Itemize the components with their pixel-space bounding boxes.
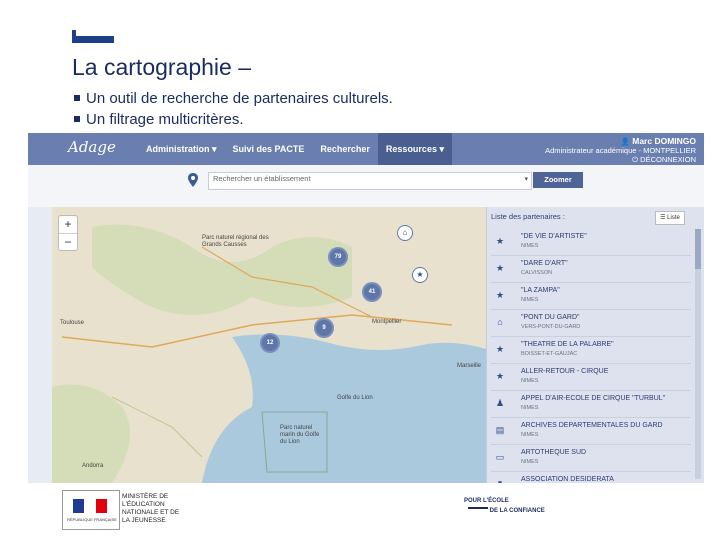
ministry-name: MINISTÈRE DE L'ÉDUCATION NATIONALE ET DE… bbox=[122, 493, 180, 524]
map-label: Andorra bbox=[82, 463, 104, 469]
map-view[interactable]: + − Toulouse Andorra Golfe du Lion Parc … bbox=[52, 207, 486, 483]
nav-suivi-pacte[interactable]: Suivi des PACTE bbox=[225, 133, 313, 165]
map-zoom-control: + − bbox=[58, 215, 78, 251]
partner-item[interactable]: ★ ALLER-RETOUR - CIRQUE NIMES bbox=[491, 364, 691, 391]
museum-marker-icon[interactable]: ⌂ bbox=[397, 225, 413, 241]
star-marker-icon[interactable]: ★ bbox=[412, 267, 428, 283]
nav-ressources[interactable]: Ressources ▾ bbox=[377, 133, 452, 165]
logo-bar bbox=[468, 507, 488, 509]
partner-list-scrollbar[interactable] bbox=[695, 229, 701, 479]
partner-item[interactable]: ★ "LA ZAMPA" NIMES bbox=[491, 283, 691, 310]
nav-rechercher[interactable]: Rechercher bbox=[312, 133, 378, 165]
partner-item[interactable]: ⌂ "PONT DU GARD" VERS-PONT-DU-GARD bbox=[491, 310, 691, 337]
monitor-icon: ▭ bbox=[495, 452, 505, 462]
star-icon: ★ bbox=[495, 371, 505, 381]
user-icon: 👤 bbox=[620, 137, 633, 146]
main-nav: Administration ▾ Suivi des PACTE Recherc… bbox=[138, 133, 452, 165]
star-icon: ★ bbox=[495, 236, 505, 246]
museum-icon: ⌂ bbox=[497, 317, 503, 327]
establishment-search-input[interactable]: Rechercher un établissement ▾ bbox=[208, 172, 532, 190]
star-icon: ★ bbox=[495, 344, 505, 354]
partner-item[interactable]: ★ "THEATRE DE LA PALABRE" BOISSET-ET-GAUJA… bbox=[491, 337, 691, 364]
title-accent-bar bbox=[72, 30, 114, 43]
map-cluster[interactable]: 79 bbox=[328, 247, 348, 267]
power-icon: ⏻ bbox=[632, 155, 641, 164]
top-navbar: Adage Administration ▾ Suivi des PACTE R… bbox=[28, 133, 704, 165]
republique-francaise-logo: RÉPUBLIQUE FRANÇAISE bbox=[62, 490, 120, 530]
archive-icon: ▤ bbox=[495, 425, 505, 435]
map-label: Toulouse bbox=[60, 320, 85, 326]
logout-link[interactable]: ⏻ DÉCONNEXION bbox=[545, 155, 696, 164]
french-flag-icon bbox=[73, 499, 107, 513]
map-cluster[interactable]: 12 bbox=[260, 333, 280, 353]
nav-administration[interactable]: Administration ▾ bbox=[138, 133, 225, 165]
partner-item[interactable]: ▤ ARCHIVES DEPARTEMENTALES DU GARD NIMES bbox=[491, 418, 691, 445]
partner-panel: Liste des partenaires : ☰ Liste ★ "DE VIE… bbox=[486, 207, 704, 483]
map-label: Golfe du Lion bbox=[337, 395, 373, 401]
ecole-confiance-logo: POUR L'ÉCOLE DE LA CONFIANCE bbox=[464, 498, 545, 514]
map-label: Marseille bbox=[457, 363, 482, 369]
partner-item[interactable]: ♟ APPEL D'AIR-ECOLE DE CIRQUE "TURBUL" NIM… bbox=[491, 391, 691, 418]
map-label: Parc naturel marin du Golfe du Lion bbox=[280, 425, 320, 445]
person-icon: ♟ bbox=[495, 398, 505, 408]
user-name[interactable]: Marc DOMINGO bbox=[632, 136, 696, 146]
search-row: Rechercher un établissement ▾ Zoomer bbox=[28, 165, 704, 207]
partner-panel-title: Liste des partenaires : bbox=[491, 212, 565, 221]
app-screenshot: Adage Administration ▾ Suivi des PACTE R… bbox=[28, 133, 704, 483]
slide-title: La cartographie – bbox=[72, 54, 252, 80]
map-cluster[interactable]: 41 bbox=[362, 282, 382, 302]
bullet-square-icon bbox=[74, 95, 80, 101]
zoom-in-button[interactable]: + bbox=[59, 216, 77, 234]
left-sidebar-strip bbox=[28, 165, 52, 483]
partner-list: ★ "DE VIE D'ARTISTE" NIMES ★ "DARE D'ART" CA… bbox=[491, 229, 691, 483]
star-icon: ★ bbox=[495, 290, 505, 300]
adage-logo[interactable]: Adage bbox=[68, 138, 116, 156]
partner-item[interactable]: ★ "DE VIE D'ARTISTE" NIMES bbox=[491, 229, 691, 256]
zoom-out-button[interactable]: − bbox=[59, 234, 77, 251]
scrollbar-thumb[interactable] bbox=[695, 229, 701, 269]
map-label: Parc naturel régional des Grands Causses bbox=[202, 235, 269, 248]
partner-item[interactable]: ▮ASSOCIATION DESIDERATA bbox=[491, 472, 691, 483]
user-role: Administrateur académique - MONTPELLIER bbox=[545, 146, 696, 155]
zoom-button[interactable]: Zoomer bbox=[533, 172, 583, 188]
bullet-square-icon bbox=[74, 116, 80, 122]
bullet-item: Un outil de recherche de partenaires cul… bbox=[74, 88, 393, 109]
map-pin-icon bbox=[188, 173, 198, 187]
map-label: Montpellier bbox=[372, 319, 402, 325]
bullet-item: Un filtrage multicritères. bbox=[74, 109, 393, 130]
list-view-button[interactable]: ☰ Liste bbox=[655, 211, 685, 225]
map-cluster[interactable]: 9 bbox=[314, 318, 334, 338]
bullet-list: Un outil de recherche de partenaires cul… bbox=[74, 88, 393, 130]
chevron-down-icon[interactable]: ▾ bbox=[524, 175, 528, 183]
partner-item[interactable]: ★ "DARE D'ART" CALVISSON bbox=[491, 256, 691, 283]
star-icon: ★ bbox=[495, 263, 505, 273]
partner-item[interactable]: ▭ ARTOTHEQUE SUD NIMES bbox=[491, 445, 691, 472]
user-box: 👤 Marc DOMINGO Administrateur académique… bbox=[545, 136, 696, 165]
